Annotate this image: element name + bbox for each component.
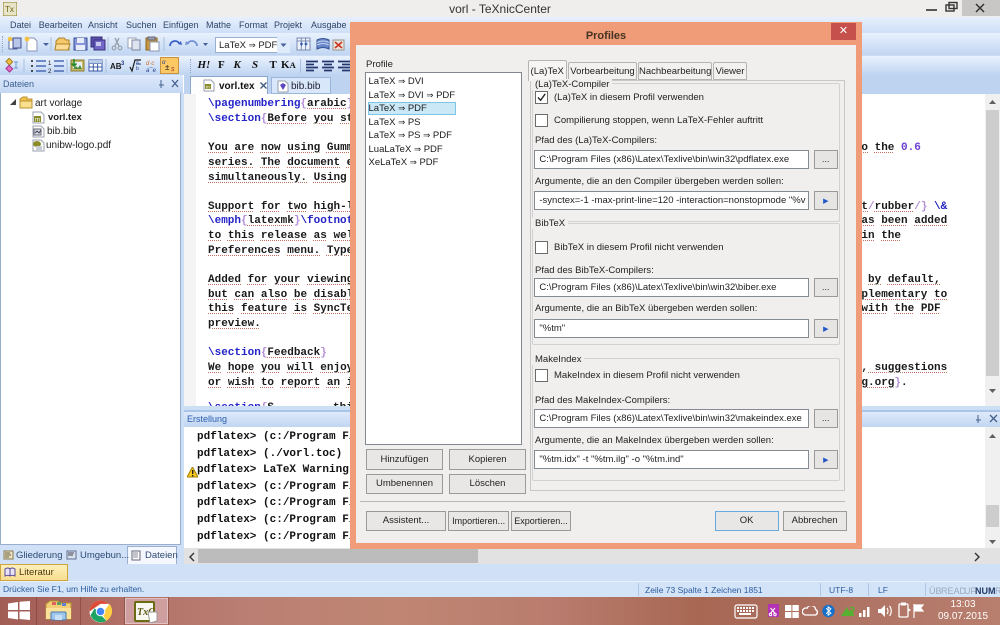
svg-text:a¯e: a¯e [146, 67, 157, 74]
svg-text:m: m [35, 118, 40, 124]
svg-text:±: ± [165, 63, 170, 72]
svg-text:b: b [136, 66, 139, 72]
svg-text:AB: AB [110, 62, 122, 71]
svg-text:d·c: d·c [146, 61, 154, 67]
svg-text:3: 3 [121, 61, 125, 67]
svg-text:s: s [171, 66, 175, 73]
svg-text:m: m [206, 84, 210, 89]
svg-text:1: 1 [48, 61, 52, 67]
svg-text:Tx: Tx [5, 5, 14, 14]
